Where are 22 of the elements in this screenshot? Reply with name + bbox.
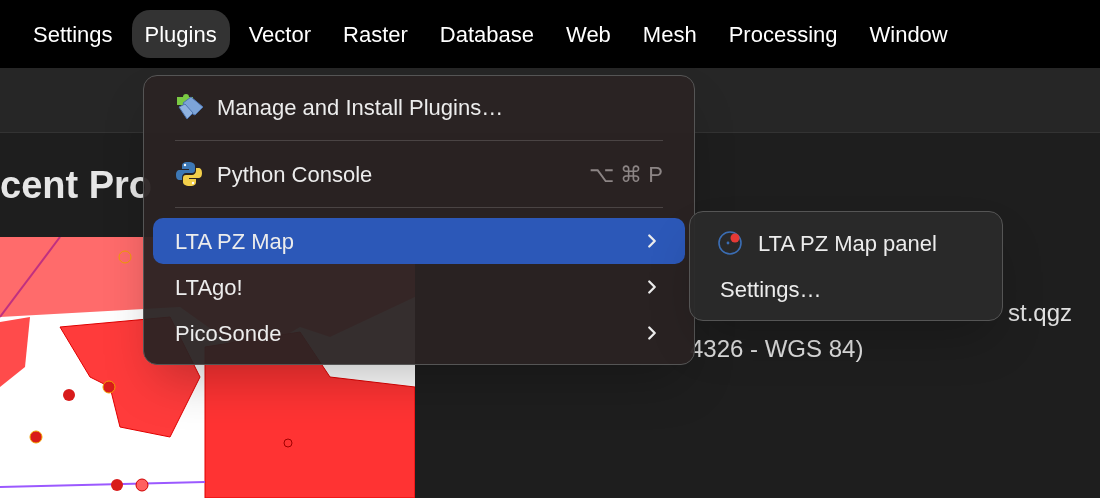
menu-bar-item[interactable]: Settings — [20, 10, 126, 58]
menu-bar-item[interactable]: Mesh — [629, 10, 710, 58]
menu-item[interactable]: Python Console ⌥ ⌘ P — [153, 151, 685, 197]
menu-bar-item[interactable]: Processing — [715, 10, 851, 58]
menu-item[interactable]: LTA PZ Map panel — [698, 220, 994, 266]
menu-bar-item[interactable]: Vector — [235, 10, 325, 58]
file-name: st.qgz — [1007, 298, 1073, 328]
crs-text: 4326 - WGS 84) — [690, 334, 864, 364]
shortcut-text: ⌥ ⌘ P — [589, 160, 663, 189]
menu-item[interactable]: Settings… — [698, 266, 994, 312]
map-pin-icon — [716, 229, 744, 257]
menu-item[interactable]: LTAgo! — [153, 264, 685, 310]
menu-item[interactable]: PicoSonde — [153, 310, 685, 356]
menu-bar-item[interactable]: Database — [426, 10, 547, 58]
menu-bar-item[interactable]: Web — [553, 10, 624, 58]
puzzle-icon — [175, 93, 205, 121]
menu-bar-item[interactable]: Plugins — [131, 10, 230, 58]
section-heading: cent Pro — [0, 162, 153, 208]
menu-item[interactable]: LTA PZ Map — [153, 218, 685, 264]
python-icon — [175, 160, 203, 188]
menu-bar-item[interactable]: Window — [856, 10, 961, 58]
menu-bar-item[interactable]: Raster — [330, 10, 421, 58]
